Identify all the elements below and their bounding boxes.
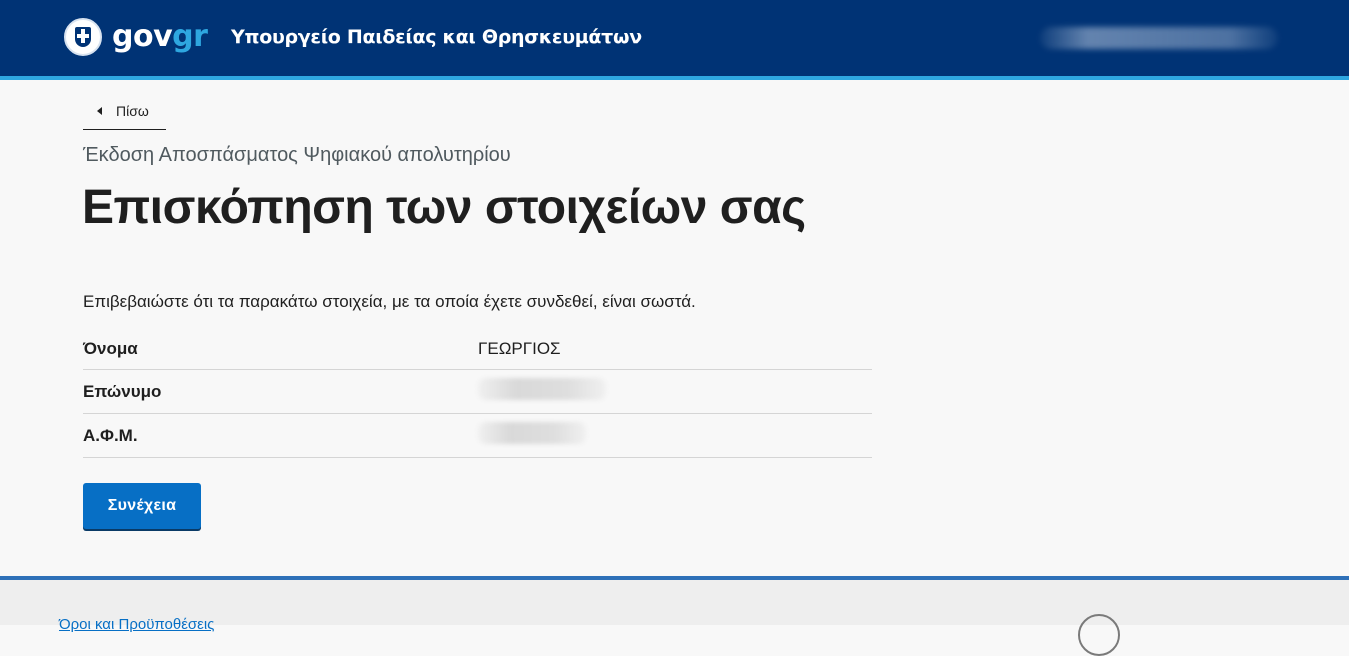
hellenic-republic-emblem-icon	[1078, 614, 1120, 656]
summary-list: Όνομα ΓΕΩΡΓΙΟΣ Επώνυμο Α.Φ.Μ.	[83, 328, 872, 458]
caret-left-icon	[97, 107, 102, 115]
summary-key: Επώνυμο	[83, 381, 162, 401]
summary-key: Όνομα	[83, 338, 138, 358]
site-header: govgr Υπουργείο Παιδείας και Θρησκευμάτω…	[0, 0, 1349, 80]
instructions-text: Επιβεβαιώστε ότι τα παρακάτω στοιχεία, μ…	[83, 292, 696, 311]
user-info-redacted	[1040, 27, 1278, 49]
ministry-name[interactable]: Υπουργείο Παιδείας και Θρησκευμάτων	[231, 26, 642, 48]
summary-value-redacted	[478, 422, 586, 449]
site-footer: Όροι και Προϋποθέσεις	[0, 576, 1349, 656]
service-caption: Έκδοση Αποσπάσματος Ψηφιακού απολυτηρίου	[83, 144, 511, 166]
back-link[interactable]: Πίσω	[83, 93, 166, 130]
continue-button[interactable]: Συνέχεια	[83, 483, 201, 529]
summary-value: ΓΕΩΡΓΙΟΣ	[478, 338, 561, 358]
summary-row-last-name: Επώνυμο	[83, 370, 872, 414]
summary-row-first-name: Όνομα ΓΕΩΡΓΙΟΣ	[83, 328, 872, 370]
summary-row-tax-id: Α.Φ.Μ.	[83, 414, 872, 458]
greek-emblem-icon	[64, 18, 102, 56]
back-label: Πίσω	[116, 103, 149, 119]
page-title: Επισκόπηση των στοιχείων σας	[82, 181, 806, 234]
govgr-logo[interactable]: govgr	[64, 17, 208, 57]
summary-key: Α.Φ.Μ.	[83, 425, 138, 445]
logo-text: govgr	[112, 19, 208, 54]
summary-value-redacted	[478, 378, 606, 405]
